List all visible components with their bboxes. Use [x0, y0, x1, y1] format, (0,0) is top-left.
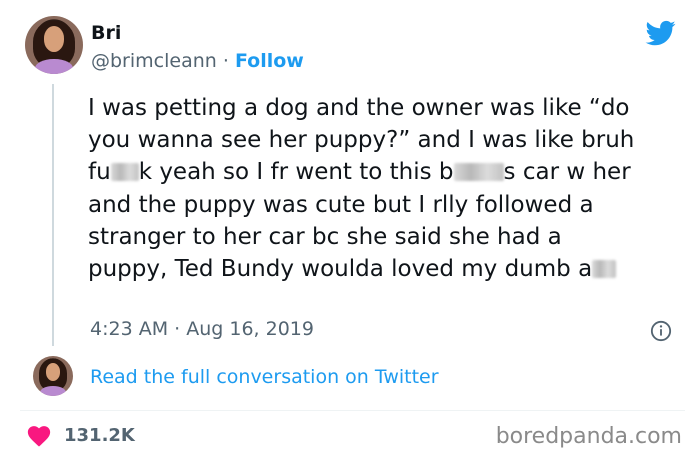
author-avatar[interactable] — [25, 16, 83, 74]
follow-button[interactable]: Follow — [235, 50, 304, 72]
twitter-bird-icon[interactable] — [644, 18, 678, 48]
author-name[interactable]: Bri — [91, 22, 121, 44]
censor-blur — [110, 163, 139, 182]
heart-icon[interactable] — [26, 423, 52, 447]
author-handle-row: @brimcleann · Follow — [91, 50, 304, 72]
censor-blur — [453, 163, 504, 182]
info-icon[interactable] — [650, 320, 672, 342]
divider — [20, 410, 685, 411]
like-count[interactable]: 131.2K — [64, 425, 135, 446]
separator-dot: · — [222, 50, 229, 72]
censor-blur — [592, 260, 617, 279]
author-handle[interactable]: @brimcleann — [91, 50, 217, 72]
watermark: boredpanda.com — [495, 424, 682, 449]
read-conversation-link[interactable]: Read the full conversation on Twitter — [90, 366, 439, 388]
thread-line — [52, 84, 54, 346]
author-avatar-small — [33, 356, 73, 396]
tweet-text-part-2: k yeah so I fr went to this b — [138, 159, 454, 186]
tweet-timestamp[interactable]: 4:23 AM · Aug 16, 2019 — [90, 318, 314, 340]
tweet-text: I was petting a dog and the owner was li… — [88, 92, 648, 285]
